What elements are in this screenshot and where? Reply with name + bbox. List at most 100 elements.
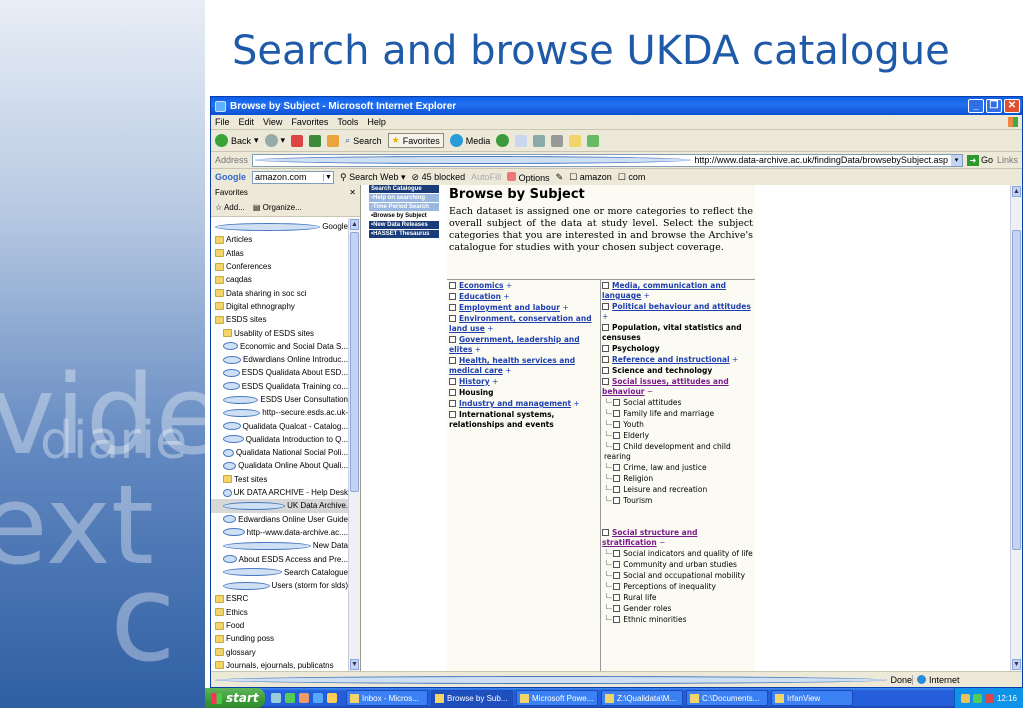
quick-launch-icon[interactable]	[313, 693, 323, 703]
google-logo[interactable]: Google	[215, 172, 246, 182]
category-checkbox[interactable]	[449, 336, 456, 343]
category-checkbox[interactable]	[613, 432, 621, 439]
favorite-item[interactable]: Conferences	[211, 260, 348, 273]
favorite-item[interactable]: caqdas	[211, 273, 348, 286]
expand-toggle[interactable]: +	[506, 281, 512, 290]
subcategory-item[interactable]: └– Crime, law and justice	[602, 463, 753, 473]
category-item[interactable]: Media, communication and language +	[602, 281, 753, 301]
taskbar-button[interactable]: Microsoft Powe...	[516, 690, 598, 706]
category-checkbox[interactable]	[449, 304, 456, 311]
tray-icon[interactable]	[972, 693, 982, 703]
favorite-item[interactable]: Data sharing in soc sci	[211, 286, 348, 299]
expand-toggle[interactable]: +	[505, 366, 511, 375]
subcategory-item[interactable]: └– Family life and marriage	[602, 409, 753, 419]
quick-launch-icon[interactable]	[285, 693, 295, 703]
category-checkbox[interactable]	[602, 345, 609, 352]
com-button[interactable]: ☐ com	[618, 172, 646, 183]
expand-toggle[interactable]: +	[732, 355, 738, 364]
favorite-item[interactable]: ESDS sites	[211, 313, 348, 326]
category-item[interactable]: History +	[449, 377, 597, 387]
category-checkbox[interactable]	[613, 550, 621, 557]
menu-help[interactable]: Help	[367, 117, 386, 127]
messenger-icon[interactable]	[587, 134, 600, 147]
subcategory-item[interactable]: └– Youth	[602, 420, 753, 430]
favorite-item[interactable]: Atlas	[211, 247, 348, 260]
favorite-item[interactable]: Articles	[211, 233, 348, 246]
subcategory-item[interactable]: └– Ethnic minorities	[602, 615, 753, 625]
favorite-item[interactable]: ESDS User Consultation	[211, 393, 348, 406]
subcategory-item[interactable]: └– Child development and child rearing	[602, 442, 753, 462]
favorite-item[interactable]: UK Data Archive.	[211, 499, 348, 513]
back-button[interactable]: Back ▾	[215, 134, 259, 147]
category-checkbox[interactable]	[449, 315, 456, 322]
subcategory-item[interactable]: └– Community and urban studies	[602, 560, 753, 570]
media-button[interactable]: Media	[449, 134, 490, 147]
close-button[interactable]: ✕	[1004, 99, 1020, 113]
favorite-item[interactable]: Users (storm for slds)	[211, 579, 348, 592]
menu-favorites[interactable]: Favorites	[291, 117, 328, 127]
category-checkbox[interactable]	[613, 594, 621, 601]
favorite-item[interactable]: Test sites	[211, 473, 348, 486]
mail-icon[interactable]	[515, 134, 528, 147]
minimize-button[interactable]: _	[968, 99, 984, 113]
expand-toggle[interactable]: +	[602, 312, 608, 321]
favorite-item[interactable]: Edwardians Online User Guide	[211, 513, 348, 526]
category-link[interactable]: Industry and management	[459, 399, 571, 408]
category-checkbox[interactable]	[613, 464, 621, 471]
category-link[interactable]: History	[459, 377, 490, 386]
category-checkbox[interactable]	[613, 410, 621, 417]
category-item[interactable]: Psychology	[602, 344, 753, 354]
category-checkbox[interactable]	[449, 282, 456, 289]
page-scrollbar[interactable]: ▲ ▼	[1010, 185, 1022, 671]
favorite-item[interactable]: Usablity of ESDS sites	[211, 326, 348, 339]
favorite-item[interactable]: About ESDS Access and Pre...	[211, 552, 348, 565]
close-icon[interactable]: ✕	[349, 188, 356, 197]
forward-button[interactable]: ▾	[264, 134, 285, 147]
category-checkbox[interactable]	[602, 529, 609, 536]
subcategory-item[interactable]: └– Social attitudes	[602, 398, 753, 408]
category-item[interactable]: Reference and instructional +	[602, 355, 753, 365]
category-item[interactable]: Economics +	[449, 281, 597, 291]
site-nav-item[interactable]: •HASSET Thesaurus	[369, 230, 439, 239]
options-button[interactable]: Options	[507, 171, 550, 183]
category-checkbox[interactable]	[613, 605, 621, 612]
expand-toggle[interactable]: +	[475, 345, 481, 354]
favorite-item[interactable]: ESDS Qualidata About ESD...	[211, 366, 348, 379]
quick-launch-icon[interactable]	[271, 693, 281, 703]
category-item[interactable]: Political behaviour and attitudes +	[602, 302, 753, 322]
scroll-down-icon[interactable]: ▼	[1012, 659, 1021, 670]
add-favorite-button[interactable]: ☆ Add...	[215, 203, 245, 212]
subcategory-item[interactable]: └– Perceptions of inequality	[602, 582, 753, 592]
category-link[interactable]: Environment, conservation and land use	[449, 314, 592, 333]
organize-favorites-button[interactable]: ▤ Organize...	[253, 203, 302, 212]
favorite-item[interactable]: Qualidata Introduction to Q...	[211, 433, 348, 446]
category-checkbox[interactable]	[602, 282, 609, 289]
subcategory-item[interactable]: └– Social and occupational mobility	[602, 571, 753, 581]
favorite-item[interactable]: ESRC	[211, 592, 348, 605]
search-button[interactable]: ⌕ Search	[345, 135, 382, 146]
category-item[interactable]: Environment, conservation and land use +	[449, 314, 597, 334]
expand-toggle[interactable]: +	[644, 291, 650, 300]
category-link[interactable]: Social issues, attitudes and behaviour	[602, 377, 729, 396]
favorite-item[interactable]: http--secure.esds.ac.uk-	[211, 406, 348, 419]
subcategory-item[interactable]: └– Rural life	[602, 593, 753, 603]
quick-launch-icon[interactable]	[299, 693, 309, 703]
category-checkbox[interactable]	[613, 486, 621, 493]
menu-edit[interactable]: Edit	[239, 117, 255, 127]
category-item[interactable]: Education +	[449, 292, 597, 302]
category-checkbox[interactable]	[613, 561, 621, 568]
scrollbar-thumb[interactable]	[350, 232, 359, 492]
expand-toggle[interactable]: −	[659, 538, 665, 547]
favorite-item[interactable]: Qualidata Online About Quali...	[211, 459, 348, 472]
favorite-item[interactable]: Google	[211, 220, 348, 233]
site-nav-item[interactable]: Search Catalogue	[369, 185, 439, 194]
folder-icon[interactable]	[569, 134, 582, 147]
expand-toggle[interactable]: +	[503, 292, 509, 301]
category-checkbox[interactable]	[613, 616, 621, 623]
favorite-item[interactable]: ESDS Qualidata Training co...	[211, 380, 348, 393]
category-item[interactable]: Government, leadership and elites +	[449, 335, 597, 355]
quick-launch-icon[interactable]	[327, 693, 337, 703]
favorites-scrollbar[interactable]: ▲ ▼	[348, 218, 360, 671]
taskbar-button[interactable]: C:\Documents...	[686, 690, 768, 706]
category-checkbox[interactable]	[613, 475, 621, 482]
